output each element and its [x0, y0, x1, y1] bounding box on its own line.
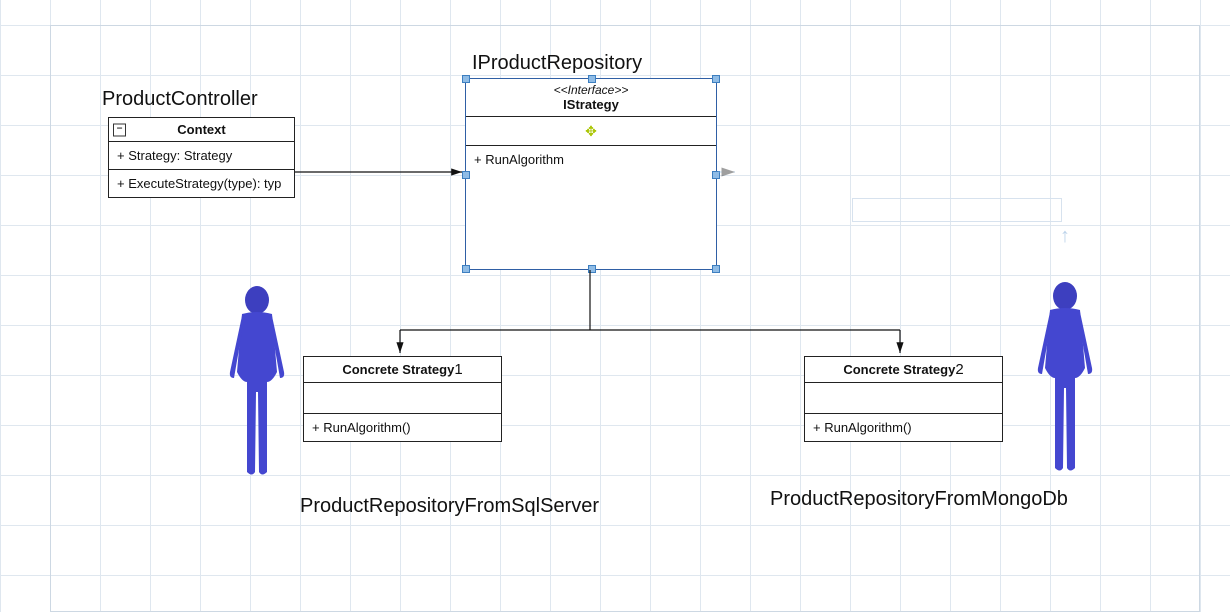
resize-handle[interactable]: [712, 265, 720, 273]
concrete1-uml-box[interactable]: Concrete Strategy1 + RunAlgorithm(): [303, 356, 502, 442]
resize-handle[interactable]: [712, 75, 720, 83]
resize-handle[interactable]: [588, 265, 596, 273]
concrete2-suffix: 2: [955, 361, 963, 378]
concrete1-method: + RunAlgorithm(): [304, 414, 501, 441]
context-header: − Context: [109, 118, 294, 142]
interface-icon-row: ✥: [466, 117, 716, 146]
context-method: + ExecuteStrategy(type): typ: [109, 170, 294, 197]
diagram-canvas: ↑ ProductController IProductRepository P…: [0, 0, 1230, 612]
resize-handle[interactable]: [462, 75, 470, 83]
concrete1-empty: [304, 383, 501, 414]
interface-name: IStrategy: [563, 97, 619, 112]
concrete2-empty: [805, 383, 1002, 414]
resize-handle[interactable]: [588, 75, 596, 83]
faded-rect: [852, 198, 1062, 222]
concrete2-method: + RunAlgorithm(): [805, 414, 1002, 441]
person-figure-left: [222, 282, 292, 482]
context-header-text: Context: [177, 122, 225, 137]
concrete1-label: ProductRepositoryFromSqlServer: [300, 495, 599, 518]
interface-label: IProductRepository: [472, 52, 642, 75]
concrete2-header-text: Concrete Strategy: [843, 362, 955, 377]
concrete2-uml-box[interactable]: Concrete Strategy2 + RunAlgorithm(): [804, 356, 1003, 442]
interface-stereotype: <<Interface>>: [472, 83, 710, 97]
concrete1-suffix: 1: [454, 361, 462, 378]
context-uml-box[interactable]: − Context + Strategy: Strategy + Execute…: [108, 117, 295, 198]
concrete1-header: Concrete Strategy1: [304, 357, 501, 383]
concrete1-header-text: Concrete Strategy: [342, 362, 454, 377]
context-attribute: + Strategy: Strategy: [109, 142, 294, 170]
context-label: ProductController: [102, 88, 258, 111]
interface-uml-box[interactable]: <<Interface>> IStrategy ✥ + RunAlgorithm: [465, 78, 717, 270]
concrete2-header: Concrete Strategy2: [805, 357, 1002, 383]
resize-handle[interactable]: [462, 171, 470, 179]
faded-up-arrow-icon: ↑: [1060, 225, 1070, 248]
interface-method: + RunAlgorithm: [466, 146, 716, 173]
collapse-icon[interactable]: −: [113, 123, 126, 136]
interface-header: <<Interface>> IStrategy: [466, 79, 716, 117]
concrete2-label: ProductRepositoryFromMongoDb: [770, 488, 1068, 511]
resize-handle[interactable]: [712, 171, 720, 179]
person-figure-right: [1030, 278, 1100, 478]
move-icon[interactable]: ✥: [583, 123, 599, 139]
resize-handle[interactable]: [462, 265, 470, 273]
